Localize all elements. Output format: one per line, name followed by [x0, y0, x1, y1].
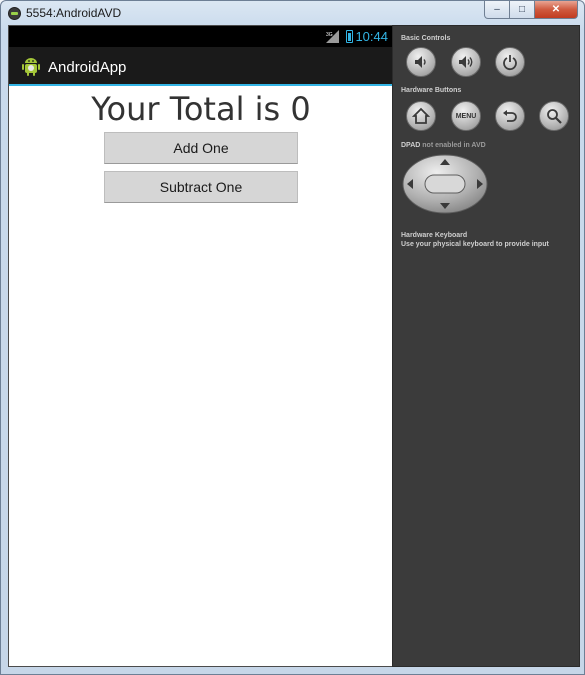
status-time: 10:44	[355, 29, 388, 44]
dpad-control[interactable]	[402, 154, 488, 214]
hardware-keyboard-note: Hardware Keyboard Use your physical keyb…	[401, 231, 549, 249]
add-one-button[interactable]: Add One	[104, 132, 298, 164]
maximize-icon: □	[518, 4, 526, 15]
menu-button[interactable]: MENU	[451, 101, 481, 131]
close-button[interactable]: ✕	[535, 1, 578, 19]
search-icon	[547, 109, 562, 124]
volume-down-icon	[415, 56, 426, 68]
hardware-keyboard-title: Hardware Keyboard	[401, 232, 468, 239]
minimize-icon: –	[494, 4, 500, 15]
window-title: 5554:AndroidAVD	[26, 6, 122, 20]
volume-down-button[interactable]	[406, 47, 436, 77]
window-bottom-frame	[8, 667, 580, 670]
hardware-buttons-label: Hardware Buttons	[401, 87, 462, 94]
volume-up-button[interactable]	[451, 47, 481, 77]
emulator-window: 5554:AndroidAVD – □ ✕ 3G 10:44 AndroidAp…	[0, 0, 585, 675]
emulator-control-panel: Basic Controls Hardware Buttons MENU DPA…	[392, 25, 580, 667]
home-icon	[412, 107, 430, 124]
title-bar[interactable]: 5554:AndroidAVD – □ ✕	[1, 1, 584, 25]
emulator-app-icon	[8, 7, 21, 20]
app-title: AndroidApp	[48, 59, 127, 76]
maximize-button[interactable]: □	[510, 1, 535, 19]
signal-icon: 3G	[326, 30, 339, 43]
minimize-button[interactable]: –	[484, 1, 510, 19]
menu-button-label: MENU	[455, 112, 477, 120]
home-button[interactable]	[406, 101, 436, 131]
hardware-keyboard-text: Use your physical keyboard to provide in…	[401, 241, 549, 248]
subtract-one-button[interactable]: Subtract One	[104, 171, 298, 203]
volume-up-icon	[459, 56, 473, 68]
close-icon: ✕	[551, 4, 561, 15]
battery-icon	[346, 30, 353, 43]
status-bar: 3G 10:44	[9, 26, 392, 47]
basic-controls-label: Basic Controls	[401, 35, 451, 42]
dpad-title: DPAD	[401, 142, 421, 149]
power-icon	[503, 55, 517, 71]
power-button[interactable]	[495, 47, 525, 77]
back-button[interactable]	[495, 101, 525, 131]
dpad-label: DPAD not enabled in AVD	[401, 142, 486, 149]
device-screen: 3G 10:44 AndroidApp Your Total is 0 Add …	[8, 25, 392, 667]
search-button[interactable]	[539, 101, 569, 131]
android-robot-icon	[22, 58, 40, 76]
total-display: Your Total is 0	[91, 90, 311, 128]
window-controls: – □ ✕	[484, 1, 578, 19]
back-icon	[503, 110, 517, 122]
dpad-note: not enabled in AVD	[422, 142, 486, 149]
action-bar: AndroidApp	[9, 47, 392, 86]
network-type-label: 3G	[326, 32, 333, 38]
